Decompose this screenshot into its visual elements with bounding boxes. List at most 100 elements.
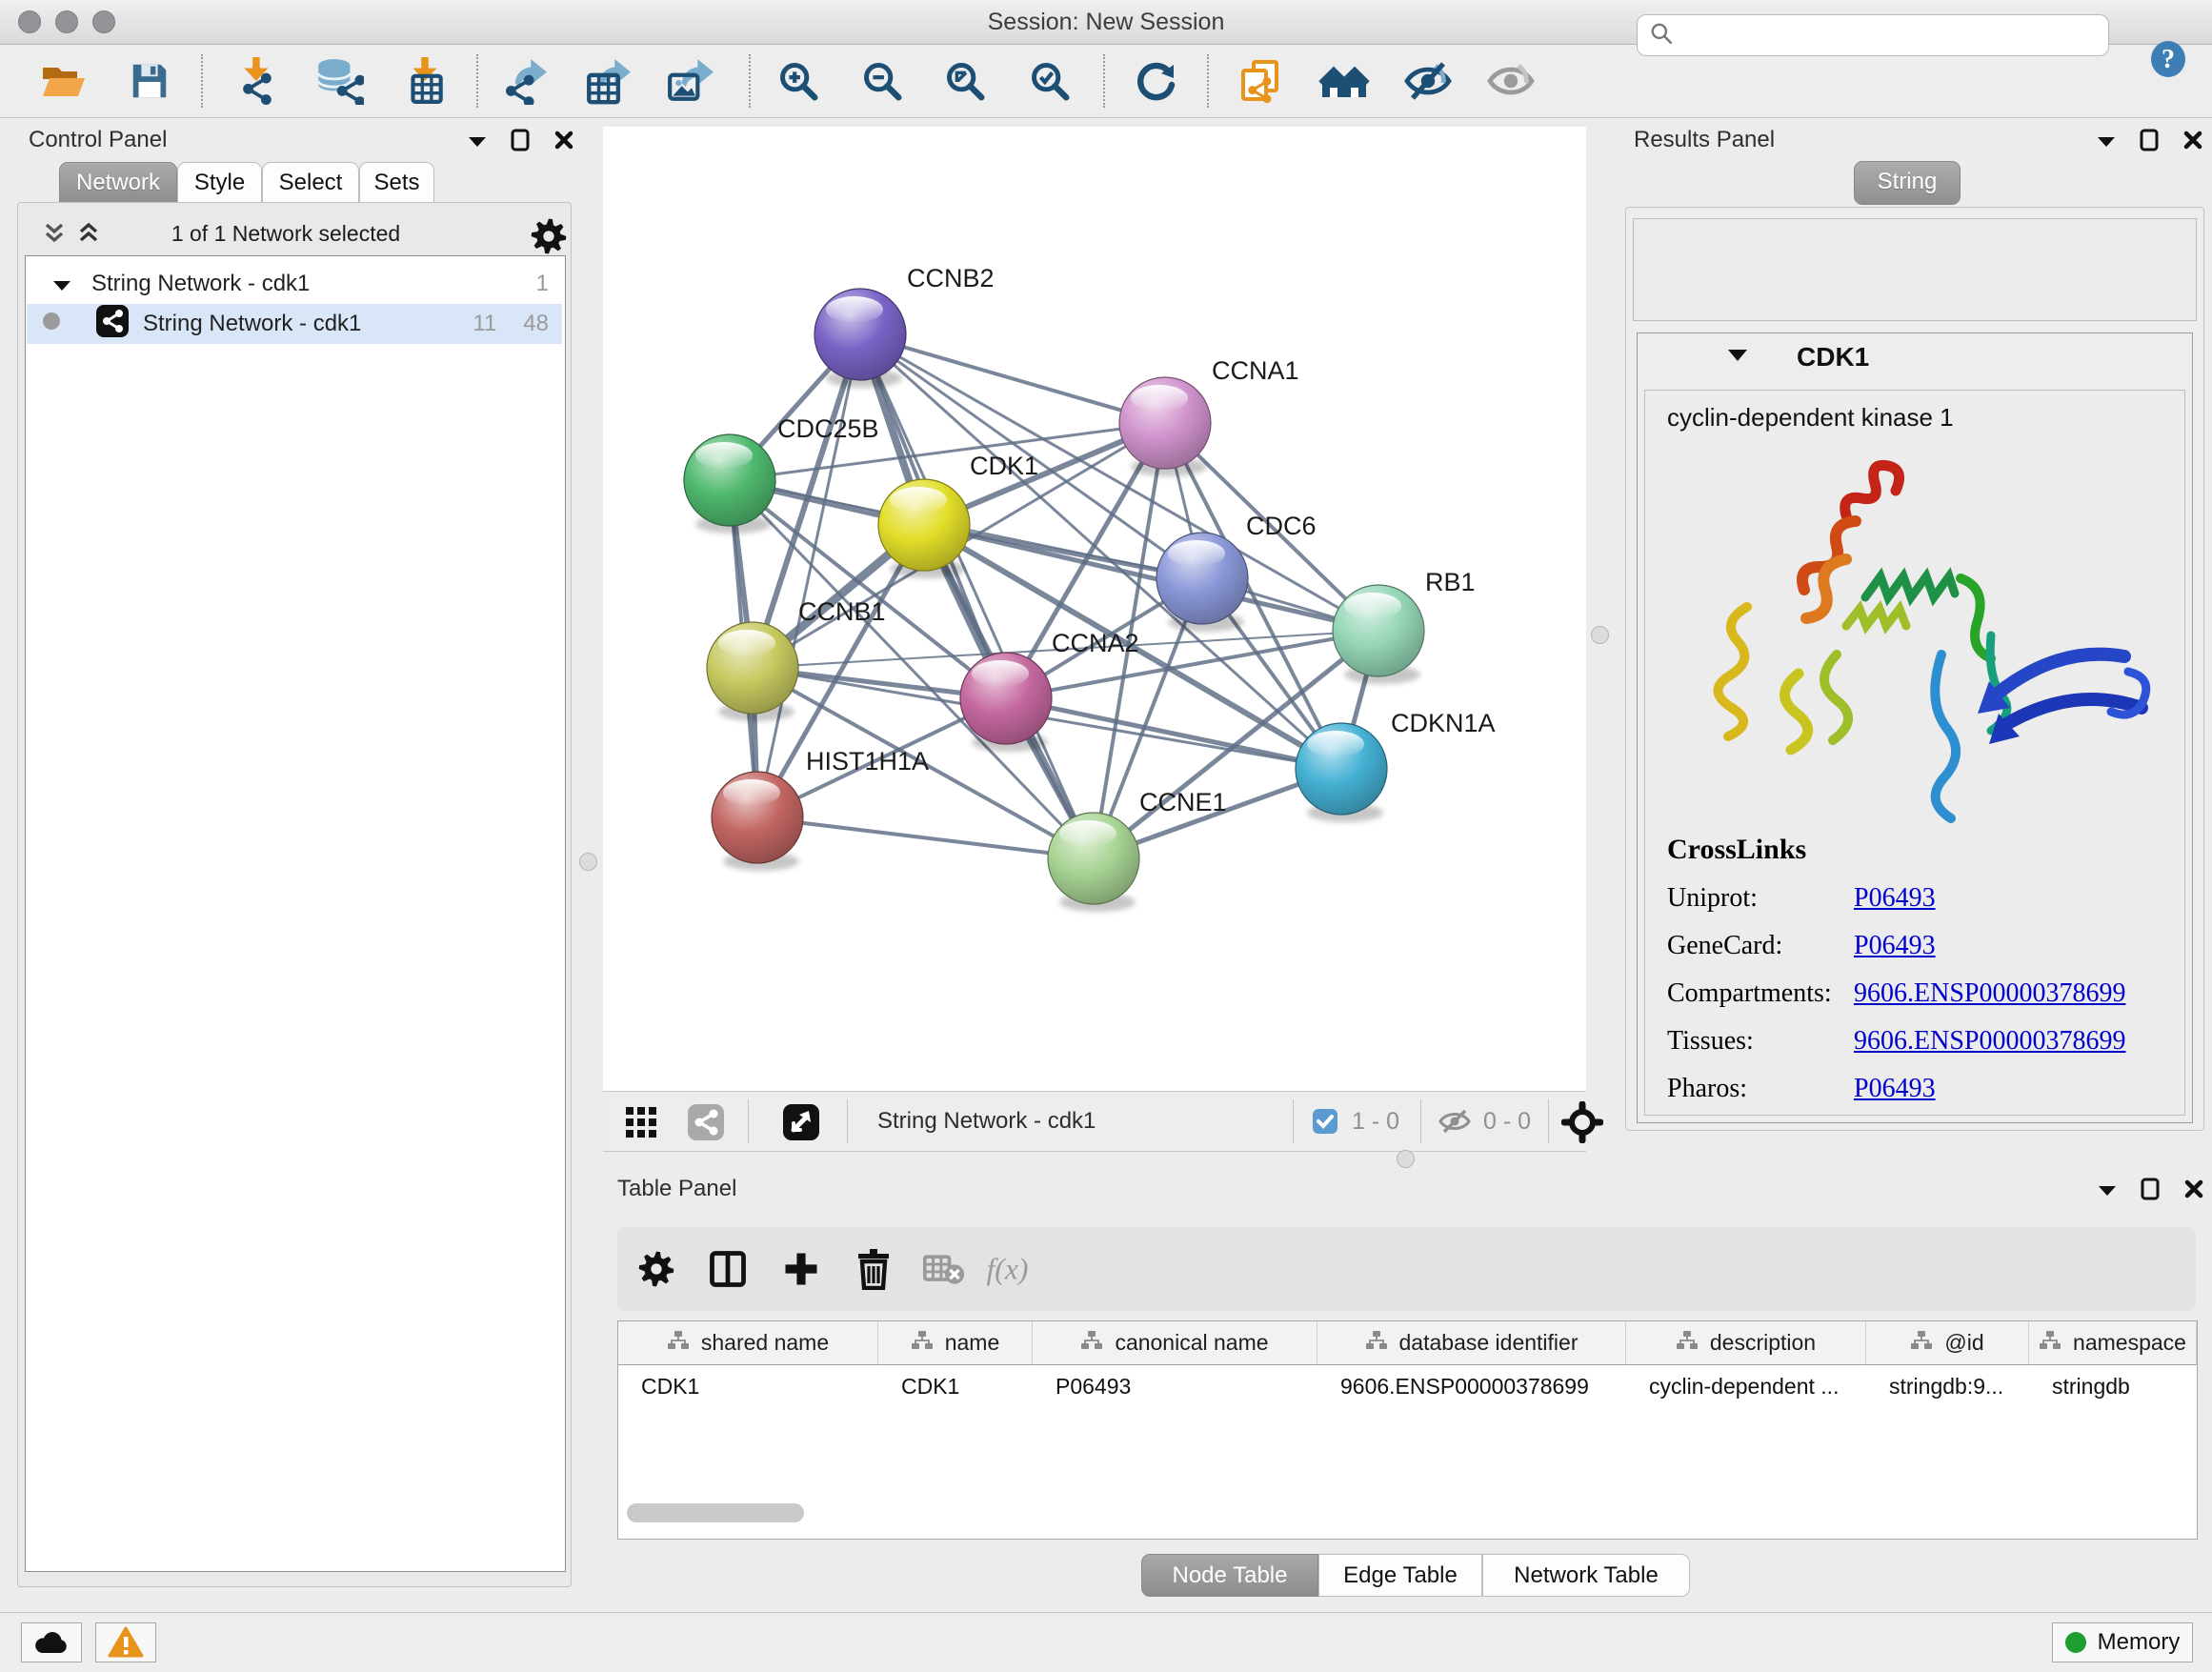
tab-string[interactable]: String [1854,161,1961,205]
crosslink-value[interactable]: 9606.ENSP00000378699 [1854,978,2125,1009]
tab-network[interactable]: Network [59,162,177,203]
table-panel-window-controls [2099,1178,2203,1205]
column-header-shared-name[interactable]: shared name [618,1321,878,1365]
columns-icon[interactable] [700,1240,755,1298]
table-cell[interactable]: P06493 [1033,1365,1317,1407]
search-box[interactable] [1637,14,2109,56]
save-session-icon[interactable] [120,52,179,110]
panel-menu-icon[interactable] [2099,1183,2116,1200]
export-image-icon[interactable] [660,52,719,110]
tab-network-table[interactable]: Network Table [1482,1554,1690,1597]
open-file-icon[interactable] [34,52,93,110]
network-node-RB1[interactable]: RB1 [1333,568,1476,684]
table-cell[interactable]: CDK1 [618,1365,878,1407]
column-header-database-identifier[interactable]: database identifier [1317,1321,1626,1365]
export-network-icon[interactable] [495,52,554,110]
warning-icon[interactable] [95,1622,156,1662]
add-column-icon[interactable] [774,1240,829,1298]
clone-network-icon[interactable] [1230,52,1289,110]
help-icon[interactable]: ? [2149,40,2187,78]
import-network-database-icon[interactable] [309,52,368,110]
network-status-dot-icon [42,311,61,337]
zoom-out-icon[interactable] [853,52,912,110]
table-horizontal-scrollbar[interactable] [627,1503,804,1522]
node-label-HIST1H1A: HIST1H1A [806,747,929,776]
birdseye-view-icon[interactable] [782,1103,820,1146]
collection-expand-icon[interactable] [53,271,70,297]
section-collapse-icon[interactable] [1728,348,1747,366]
table-cell[interactable]: 9606.ENSP00000378699 [1317,1365,1626,1407]
tab-select[interactable]: Select [262,162,359,203]
panel-close-icon[interactable] [2184,1179,2203,1203]
column-header-namespace[interactable]: namespace [2029,1321,2197,1365]
column-header-canonical-name[interactable]: canonical name [1033,1321,1317,1365]
zoom-selected-icon[interactable] [1020,52,1079,110]
selected-checkbox-icon[interactable] [1312,1108,1338,1139]
search-input[interactable] [1681,21,2108,50]
show-all-icon[interactable] [1481,52,1540,110]
first-neighbors-icon[interactable] [1315,52,1374,110]
table-cell[interactable]: CDK1 [878,1365,1033,1407]
panel-float-icon[interactable] [2141,1178,2160,1205]
network-node-CDC6[interactable]: CDC6 [1156,512,1317,632]
crosslinks-title: CrossLinks [1667,834,2182,866]
column-header-description[interactable]: description [1626,1321,1866,1365]
delete-icon[interactable] [846,1240,901,1298]
panel-menu-icon[interactable] [2098,134,2115,151]
crosslink-value[interactable]: P06493 [1854,883,1936,914]
zoom-fit-icon[interactable] [935,52,995,110]
tab-style[interactable]: Style [177,162,262,203]
tab-node-table[interactable]: Node Table [1141,1554,1318,1597]
network-badge-gray-icon[interactable] [687,1103,725,1146]
table-cell[interactable]: stringdb:9... [1866,1365,2029,1407]
panel-close-icon[interactable] [2183,131,2202,154]
network-node-CCNE1[interactable]: CCNE1 [1048,788,1227,912]
hidden-count: 0 - 0 [1483,1092,1531,1151]
import-table-icon[interactable] [395,52,454,110]
tree-icon [1365,1330,1388,1357]
hidden-eye-icon[interactable] [1438,1107,1472,1140]
crosslink-value[interactable]: P06493 [1854,931,1936,961]
panel-float-icon[interactable] [2140,129,2159,156]
crosshair-icon[interactable] [1561,1101,1603,1148]
network-collection-row[interactable]: String Network - cdk1 1 [27,264,562,304]
network-node-CDKN1A[interactable]: CDKN1A [1296,709,1496,822]
export-table-icon[interactable] [577,52,636,110]
tab-sets[interactable]: Sets [359,162,434,203]
panel-float-icon[interactable] [511,129,530,156]
network-node-HIST1H1A[interactable]: HIST1H1A [712,747,929,871]
tab-edge-table[interactable]: Edge Table [1318,1554,1482,1597]
network-node-CCNA1[interactable]: CCNA1 [1119,356,1299,476]
network-row[interactable]: String Network - cdk1 11 48 [27,304,562,344]
crosslink-value[interactable]: P06493 [1854,1074,1936,1104]
left-splitter-handle[interactable] [579,853,597,871]
zoom-in-icon[interactable] [769,52,828,110]
network-node-CCNB2[interactable]: CCNB2 [814,264,995,388]
edge-count: 48 [523,311,549,337]
grid-view-icon[interactable] [624,1105,658,1144]
cloud-icon[interactable] [21,1622,82,1662]
table-cell[interactable]: cyclin-dependent ... [1626,1365,1866,1407]
tree-icon [667,1330,690,1357]
import-network-icon[interactable] [229,52,288,110]
memory-button[interactable]: Memory [2052,1622,2193,1662]
right-splitter-handle[interactable] [1591,626,1609,644]
control-panel-window-controls [469,129,573,156]
panel-close-icon[interactable] [554,131,573,154]
hide-selected-icon[interactable] [1398,52,1458,110]
crosslink-label: Uniprot: [1667,883,1854,914]
bottom-splitter-handle[interactable] [1397,1150,1415,1168]
crosslink-row: Tissues: 9606.ENSP00000378699 [1667,1026,2182,1057]
refresh-icon[interactable] [1126,52,1185,110]
crosslink-value[interactable]: 9606.ENSP00000378699 [1854,1026,2125,1057]
table-cell[interactable]: stringdb [2029,1365,2197,1407]
table-panel: Table Panel f(x) shared namenamecanonica… [603,1168,2212,1608]
column-header-name[interactable]: name [878,1321,1033,1365]
column-header--id[interactable]: @id [1866,1321,2029,1365]
gear-icon[interactable] [629,1240,684,1298]
network-node-CCNB1[interactable]: CCNB1 [707,597,886,721]
panel-menu-icon[interactable] [469,134,486,151]
node-label-CCNB2: CCNB2 [907,264,995,292]
results-panel: Results Panel String Expand All Collapse… [1610,121,2212,1150]
tree-icon [1080,1330,1103,1357]
